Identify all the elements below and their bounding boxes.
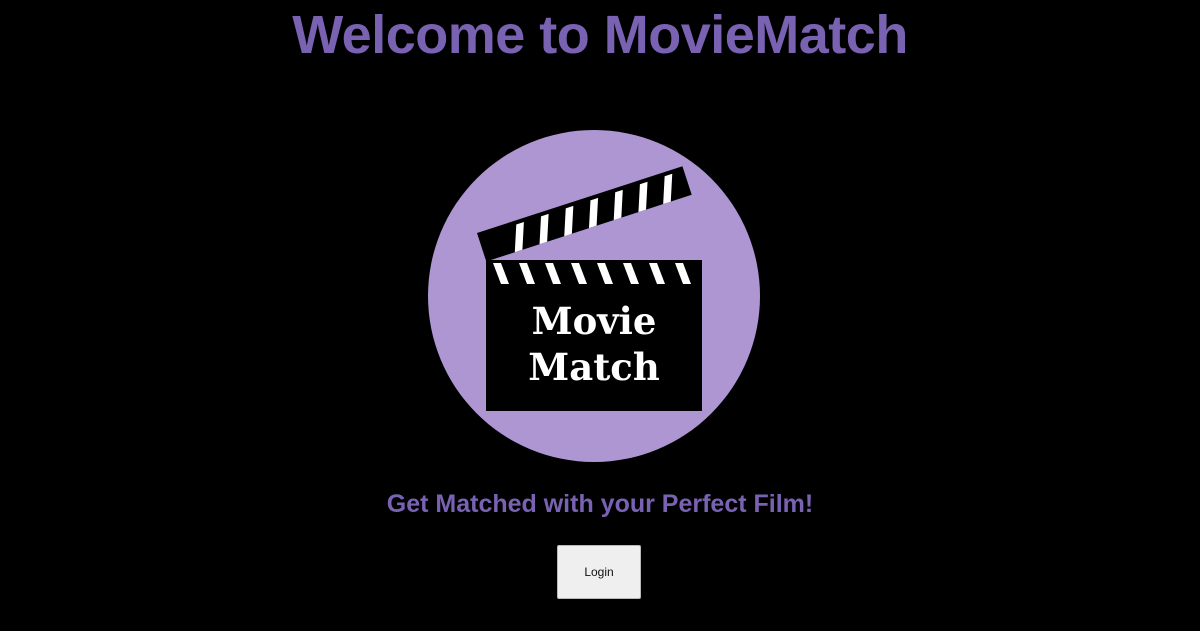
moviematch-logo: Movie Match [427,129,761,463]
tagline: Get Matched with your Perfect Film! [386,490,814,518]
page: Welcome to MovieMatch Movie Match Get Ma… [0,0,1200,631]
logo-text-line2: Match [528,345,660,389]
page-title: Welcome to MovieMatch [292,5,908,65]
logo-text-line1: Movie [532,299,657,343]
clapperboard-icon: Movie Match [428,130,760,462]
login-button[interactable]: Login [557,545,641,599]
